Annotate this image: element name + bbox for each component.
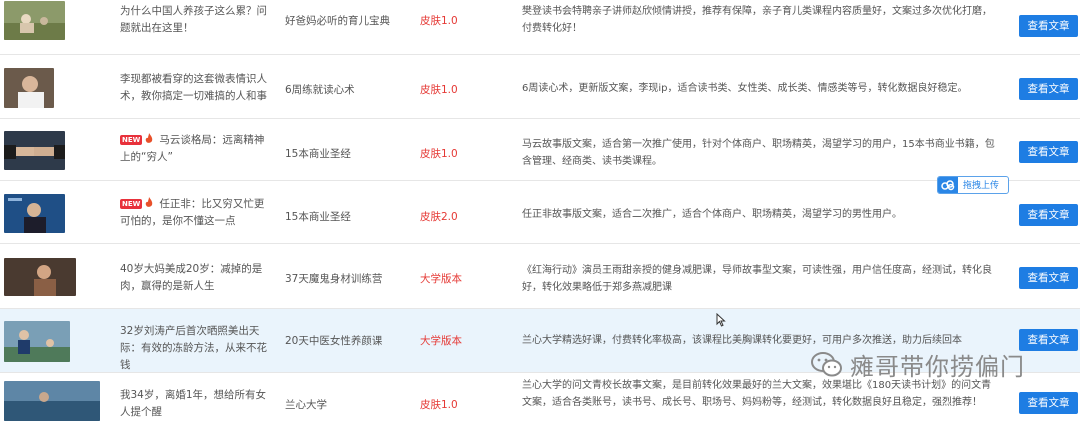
article-title: 40岁大妈美成20岁：减掉的是肉，赢得的是新人生 (120, 263, 263, 292)
view-article-button[interactable]: 查看文章 (1019, 392, 1078, 414)
course-name: 6周练就读心术 (285, 84, 355, 96)
skin-version: 皮肤1.0 (420, 84, 458, 96)
article-title: NEW 马云谈格局：远离精神上的“穷人” (120, 132, 270, 166)
drag-upload-button[interactable]: 拖拽上传 (937, 176, 1009, 194)
fire-icon (146, 197, 153, 207)
view-article-button[interactable]: 查看文章 (1019, 141, 1078, 163)
mouse-cursor-icon (716, 313, 726, 327)
watermark: 瘫哥带你捞偏门 (810, 347, 1025, 382)
article-description: 兰心大学的问文青校长故事文案，是目前转化效果最好的兰大文案，效果堪比《180天读… (522, 380, 992, 408)
table-row: 李现都被看穿的这套微表情识人术，教你搞定一切难搞的人和事 6周练就读心术 皮肤1… (0, 56, 1080, 119)
article-description: 樊登读书会特聘亲子讲师赵欣倾情讲授，推荐有保障，亲子育儿类课程内容质量好，文案过… (522, 6, 992, 34)
article-description: 《红海行动》演员王雨甜亲授的健身减肥课，导师故事型文案，可读性强，用户信任度高，… (522, 265, 992, 293)
article-thumbnail (4, 1, 65, 40)
view-article-button[interactable]: 查看文章 (1019, 204, 1078, 226)
article-description: 6周读心术，更新版文案，李现ip，适合读书类、女性类、成长类、情感类等号，转化数… (522, 83, 968, 94)
table-row: NEW 任正非：比又穷又忙更可怕的，是你不懂这一点 15本商业圣经 皮肤2.0 任… (0, 181, 1080, 244)
article-title: 为什么中国人养孩子这么累？问题就出在这里！ (120, 5, 267, 34)
article-thumbnail (4, 258, 76, 296)
article-thumbnail (4, 68, 54, 108)
view-article-button[interactable]: 查看文章 (1019, 78, 1078, 100)
skin-version: 大学版本 (420, 335, 462, 347)
article-description: 任正非故事版文案，适合二次推广，适合个体商户、职场精英，渴望学习的男性用户。 (522, 209, 902, 220)
skin-version: 皮肤1.0 (420, 399, 458, 411)
article-title: 32岁刘涛产后首次晒照美出天际：有效的冻龄方法，从来不花钱 (120, 325, 267, 371)
course-name: 好爸妈必听的育儿宝典 (285, 15, 390, 27)
skin-version: 皮肤2.0 (420, 211, 458, 223)
new-badge: NEW (120, 135, 143, 145)
table-row: 为什么中国人养孩子这么累？问题就出在这里！ 好爸妈必听的育儿宝典 皮肤1.0 樊… (0, 0, 1080, 55)
cloud-icon (938, 177, 958, 193)
table-row: 40岁大妈美成20岁：减掉的是肉，赢得的是新人生 37天魔鬼身材训练营 大学版本… (0, 244, 1080, 309)
table-row: NEW 马云谈格局：远离精神上的“穷人” 15本商业圣经 皮肤1.0 马云故事版文… (0, 119, 1080, 181)
course-name: 15本商业圣经 (285, 211, 351, 223)
skin-version: 大学版本 (420, 273, 462, 285)
article-thumbnail (4, 194, 65, 233)
view-article-button[interactable]: 查看文章 (1019, 15, 1078, 37)
course-name: 20天中医女性养颜课 (285, 335, 383, 347)
article-title: 我34岁，离婚1年，想给所有女人提个醒 (120, 389, 267, 418)
upload-label: 拖拽上传 (963, 181, 1000, 191)
course-name: 37天魔鬼身材训练营 (285, 273, 383, 285)
table-row: 我34岁，离婚1年，想给所有女人提个醒 兰心大学 皮肤1.0 兰心大学的问文青校… (0, 373, 1080, 433)
wechat-icon (811, 352, 842, 377)
article-thumbnail (4, 131, 65, 170)
course-name: 15本商业圣经 (285, 148, 351, 160)
fire-icon (146, 133, 153, 143)
article-thumbnail (4, 381, 100, 421)
article-thumbnail (4, 321, 70, 362)
new-badge: NEW (120, 199, 143, 209)
article-description: 马云故事版文案，适合第一次推广使用，针对个体商户、职场精英，渴望学习的用户，15… (522, 139, 995, 167)
watermark-text: 瘫哥带你捞偏门 (850, 353, 1025, 381)
skin-version: 皮肤1.0 (420, 15, 458, 27)
view-article-button[interactable]: 查看文章 (1019, 329, 1078, 351)
course-name: 兰心大学 (285, 399, 327, 411)
skin-version: 皮肤1.0 (420, 148, 458, 160)
article-title: NEW 任正非：比又穷又忙更可怕的，是你不懂这一点 (120, 196, 270, 230)
view-article-button[interactable]: 查看文章 (1019, 267, 1078, 289)
article-title: 李现都被看穿的这套微表情识人术，教你搞定一切难搞的人和事 (120, 73, 267, 102)
